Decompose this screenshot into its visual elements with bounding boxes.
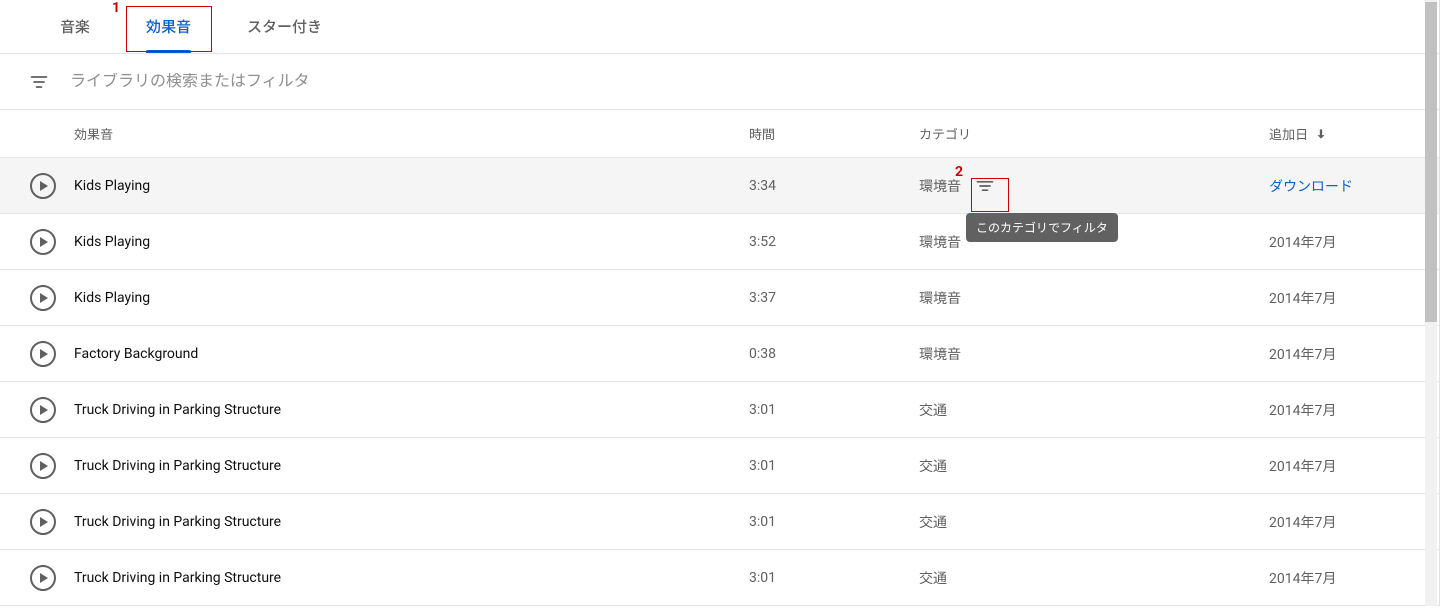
track-category: 交通 <box>919 456 947 476</box>
track-duration: 3:01 <box>749 514 919 530</box>
play-button[interactable] <box>30 341 56 367</box>
track-title: Factory Background <box>74 346 749 362</box>
table-row[interactable]: Kids Playing3:52環境音 2014年7月 <box>0 214 1439 270</box>
filter-icon[interactable] <box>28 71 50 93</box>
play-button[interactable] <box>30 285 56 311</box>
column-duration-header[interactable]: 時間 <box>749 124 919 143</box>
track-date: 2014年7月 <box>1269 568 1439 588</box>
table-row[interactable]: Factory Background0:38環境音 2014年7月 <box>0 326 1439 382</box>
play-button[interactable] <box>30 453 56 479</box>
track-category-cell: 交通 <box>919 456 1269 476</box>
track-duration: 3:01 <box>749 402 919 418</box>
track-date: 2014年7月 <box>1269 288 1439 308</box>
table-row[interactable]: Kids Playing3:37環境音 2014年7月 <box>0 270 1439 326</box>
track-duration: 3:52 <box>749 234 919 250</box>
track-category: 環境音 <box>919 344 961 364</box>
track-date: 2014年7月 <box>1269 344 1439 364</box>
category-filter-button[interactable]: このカテゴリでフィルタ <box>969 170 1001 202</box>
table-row[interactable]: Kids Playing3:34環境音このカテゴリでフィルタダウンロード <box>0 158 1439 214</box>
track-title: Truck Driving in Parking Structure <box>74 570 749 586</box>
scrollbar-thumb[interactable] <box>1425 2 1437 322</box>
track-duration: 0:38 <box>749 346 919 362</box>
play-button[interactable] <box>30 173 56 199</box>
column-category-header[interactable]: カテゴリ <box>919 124 1269 143</box>
track-category-cell: 交通 <box>919 512 1269 532</box>
tab-music[interactable]: 音楽 <box>32 0 118 53</box>
play-button[interactable] <box>30 509 56 535</box>
track-title: Truck Driving in Parking Structure <box>74 402 749 418</box>
download-link[interactable]: ダウンロード <box>1269 179 1353 195</box>
track-category: 交通 <box>919 512 947 532</box>
search-bar <box>0 54 1439 110</box>
tab-sfx[interactable]: 効果音 <box>118 0 219 53</box>
search-input[interactable] <box>70 73 1411 91</box>
tab-starred[interactable]: スター付き <box>219 0 350 53</box>
track-date: 2014年7月 <box>1269 456 1439 476</box>
track-date: 2014年7月 <box>1269 232 1439 252</box>
track-category-cell: 交通 <box>919 400 1269 420</box>
track-category: 交通 <box>919 400 947 420</box>
play-button[interactable] <box>30 397 56 423</box>
track-date: ダウンロード <box>1269 176 1439 196</box>
category-filter-tooltip: このカテゴリでフィルタ <box>966 213 1118 242</box>
track-duration: 3:01 <box>749 458 919 474</box>
track-title: Kids Playing <box>74 234 749 250</box>
track-category-cell: 交通 <box>919 568 1269 588</box>
track-date: 2014年7月 <box>1269 512 1439 532</box>
sort-descending-icon <box>1314 127 1328 141</box>
tabs-bar: 音楽 効果音 スター付き <box>0 0 1439 54</box>
track-category: 交通 <box>919 568 947 588</box>
track-duration: 3:37 <box>749 290 919 306</box>
table-body: Kids Playing3:34環境音このカテゴリでフィルタダウンロードKids… <box>0 158 1439 606</box>
table-row[interactable]: Truck Driving in Parking Structure3:01交通… <box>0 494 1439 550</box>
track-title: Truck Driving in Parking Structure <box>74 514 749 530</box>
play-button[interactable] <box>30 229 56 255</box>
play-button[interactable] <box>30 565 56 591</box>
column-title-header[interactable]: 効果音 <box>74 124 749 143</box>
track-date: 2014年7月 <box>1269 400 1439 420</box>
track-title: Kids Playing <box>74 290 749 306</box>
track-title: Truck Driving in Parking Structure <box>74 458 749 474</box>
track-category: 環境音 <box>919 288 961 308</box>
track-category-cell: 環境音 <box>919 288 1269 308</box>
table-row[interactable]: Truck Driving in Parking Structure3:01交通… <box>0 438 1439 494</box>
track-title: Kids Playing <box>74 178 749 194</box>
track-category-cell: 環境音このカテゴリでフィルタ <box>919 170 1269 202</box>
table-row[interactable]: Truck Driving in Parking Structure3:01交通… <box>0 550 1439 606</box>
table-row[interactable]: Truck Driving in Parking Structure3:01交通… <box>0 382 1439 438</box>
column-date-header[interactable]: 追加日 <box>1269 124 1439 143</box>
table-header: 効果音 時間 カテゴリ 追加日 <box>0 110 1439 158</box>
track-category-cell: 環境音 <box>919 344 1269 364</box>
track-category: 環境音 <box>919 232 961 252</box>
track-category: 環境音 <box>919 176 961 196</box>
track-duration: 3:34 <box>749 178 919 194</box>
track-duration: 3:01 <box>749 570 919 586</box>
